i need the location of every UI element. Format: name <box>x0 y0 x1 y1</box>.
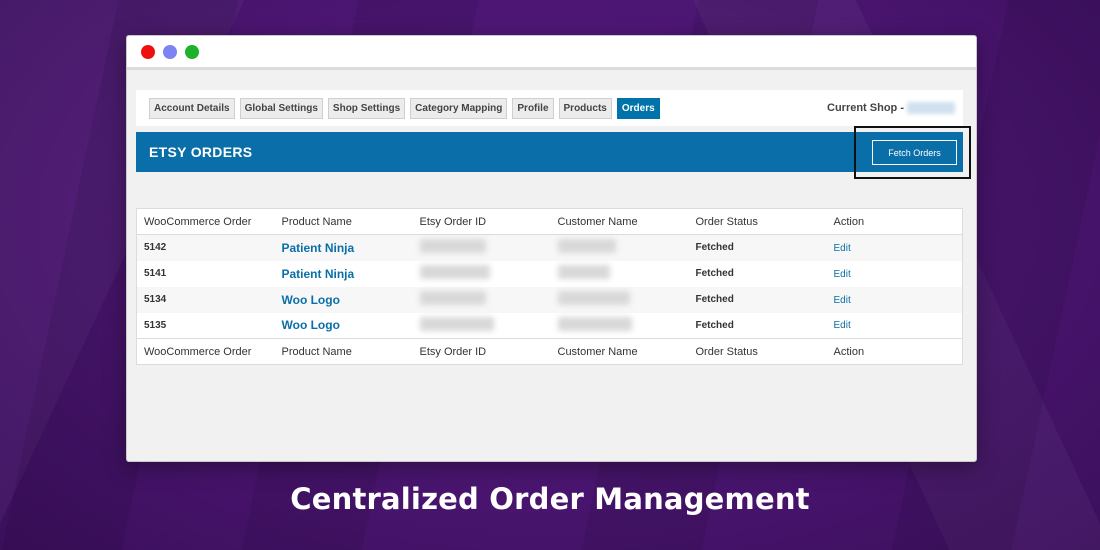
column-header-product-name[interactable]: Product Name <box>274 208 413 235</box>
customer-name-cell <box>551 235 689 261</box>
customer-name-redacted <box>557 291 630 305</box>
woocommerce-order-cell: 5134 <box>144 294 167 305</box>
page-title: ETSY ORDERS <box>149 144 253 160</box>
product-link[interactable]: Patient Ninja <box>282 241 355 255</box>
customer-name-redacted <box>557 239 616 254</box>
edit-link[interactable]: Edit <box>834 295 851 306</box>
etsy-order-id-redacted <box>419 265 490 279</box>
product-name-cell: Patient Ninja <box>275 235 413 261</box>
table-footer-row: WooCommerce Order Product Name Etsy Orde… <box>136 338 963 365</box>
product-link[interactable]: Patient Ninja <box>282 267 355 281</box>
customer-name-cell <box>551 261 689 287</box>
table-row: 5134 Woo Logo Fetched Edit <box>136 286 963 313</box>
column-header-customer-name[interactable]: Customer Name <box>550 208 689 235</box>
orders-header-bar: ETSY ORDERS <box>136 132 963 172</box>
minimize-window-icon[interactable] <box>163 44 177 59</box>
woocommerce-order-cell: 5142 <box>144 242 167 254</box>
tab-global-settings[interactable]: Global Settings <box>239 97 323 119</box>
tab-account-details[interactable]: Account Details <box>149 97 235 119</box>
column-footer-etsy-order-id[interactable]: Etsy Order ID <box>412 338 551 365</box>
order-status-cell: Fetched <box>695 319 734 331</box>
order-status-cell: Fetched <box>695 242 734 254</box>
edit-link[interactable]: Edit <box>834 243 851 254</box>
column-footer-woocommerce-order[interactable]: WooCommerce Order <box>136 338 275 365</box>
tab-shop-settings[interactable]: Shop Settings <box>327 97 406 119</box>
edit-link[interactable]: Edit <box>834 320 851 331</box>
product-link[interactable]: Woo Logo <box>282 293 340 307</box>
edit-link[interactable]: Edit <box>834 269 851 280</box>
customer-name-cell <box>551 313 689 339</box>
current-shop: Current Shop - <box>827 102 955 114</box>
customer-name-redacted <box>557 316 632 331</box>
product-name-cell: Woo Logo <box>275 313 413 339</box>
action-cell: Edit <box>827 235 963 261</box>
current-shop-label: Current Shop - <box>827 102 904 114</box>
table-row: 5142 Patient Ninja Fetched Edit <box>136 234 963 261</box>
woocommerce-order-cell: 5135 <box>144 319 167 331</box>
column-footer-action: Action <box>826 338 963 365</box>
action-cell: Edit <box>827 261 963 287</box>
customer-name-cell <box>551 287 689 313</box>
action-cell: Edit <box>827 313 963 339</box>
table-row: 5141 Patient Ninja Fetched Edit <box>136 260 963 287</box>
browser-window: Account Details Global Settings Shop Set… <box>126 35 977 462</box>
column-header-action: Action <box>826 208 963 235</box>
etsy-order-id-redacted <box>419 239 486 254</box>
tab-products[interactable]: Products <box>558 97 612 119</box>
etsy-order-id-cell <box>413 287 551 313</box>
product-name-cell: Woo Logo <box>275 287 413 313</box>
column-header-order-status[interactable]: Order Status <box>688 208 827 235</box>
settings-tab-bar: Account Details Global Settings Shop Set… <box>136 90 963 126</box>
close-window-icon[interactable] <box>141 44 155 59</box>
caption-title: Centralized Order Management <box>290 482 810 516</box>
etsy-order-id-redacted <box>419 291 486 305</box>
product-link[interactable]: Woo Logo <box>282 318 340 332</box>
column-footer-order-status[interactable]: Order Status <box>688 338 827 365</box>
order-status-cell: Fetched <box>695 294 734 305</box>
current-shop-value-redacted <box>907 102 955 114</box>
product-name-cell: Patient Ninja <box>275 261 413 287</box>
table-header-row: WooCommerce Order Product Name Etsy Orde… <box>136 208 963 235</box>
etsy-order-id-cell <box>413 261 551 287</box>
tab-orders[interactable]: Orders <box>616 97 660 119</box>
woocommerce-order-cell: 5141 <box>144 268 167 279</box>
column-header-etsy-order-id[interactable]: Etsy Order ID <box>412 208 551 235</box>
etsy-order-id-cell <box>413 313 551 339</box>
orders-table: WooCommerce Order Product Name Etsy Orde… <box>136 208 963 365</box>
window-titlebar <box>127 36 976 70</box>
tab-profile[interactable]: Profile <box>512 97 554 119</box>
table-row: 5135 Woo Logo Fetched Edit <box>136 312 963 339</box>
maximize-window-icon[interactable] <box>185 44 199 59</box>
etsy-order-id-cell <box>413 235 551 261</box>
etsy-order-id-redacted <box>419 316 494 331</box>
column-header-woocommerce-order[interactable]: WooCommerce Order <box>136 208 275 235</box>
order-status-cell: Fetched <box>695 268 734 279</box>
column-footer-product-name[interactable]: Product Name <box>274 338 413 365</box>
tab-category-mapping[interactable]: Category Mapping <box>410 97 508 119</box>
column-footer-customer-name[interactable]: Customer Name <box>550 338 689 365</box>
fetch-orders-button[interactable]: Fetch Orders <box>872 140 957 165</box>
customer-name-redacted <box>557 265 610 279</box>
action-cell: Edit <box>827 287 963 313</box>
